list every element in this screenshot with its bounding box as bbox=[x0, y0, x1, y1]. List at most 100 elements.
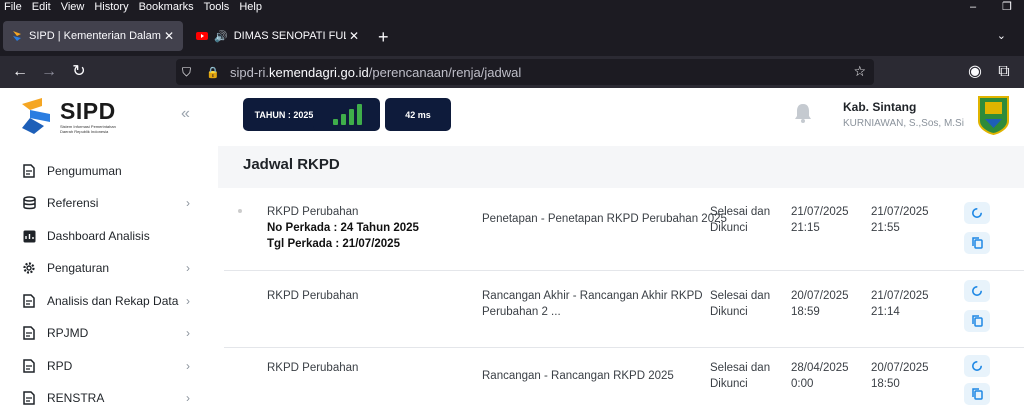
tahapan: Rancangan - Rancangan RKPD 2025 bbox=[482, 370, 674, 382]
page-title: Jadwal RKPD bbox=[243, 156, 340, 173]
refresh-button[interactable] bbox=[964, 202, 990, 224]
main-content: TAHUN : 2025 42 ms Kab. Sintang KURNIAWA… bbox=[218, 88, 1024, 410]
logo-subtitle: Sistem Informasi Pemerintahan Daerah Rep… bbox=[60, 124, 116, 134]
speaker-icon[interactable]: 🔊 bbox=[214, 30, 228, 43]
tahapan-line-2: Perubahan 2 ... bbox=[482, 306, 561, 318]
sidebar-item-label: Dashboard Analisis bbox=[47, 229, 150, 243]
menu-edit[interactable]: Edit bbox=[28, 1, 55, 13]
browser-menubar: File Edit View History Bookmarks Tools H… bbox=[0, 0, 1024, 14]
forward-icon[interactable]: → bbox=[40, 63, 58, 81]
copy-button[interactable] bbox=[964, 232, 990, 254]
url-bar[interactable]: ⛉ 🔒 sipd-ri.kemendagri.go.id/perencanaan… bbox=[176, 59, 874, 85]
document-icon bbox=[22, 391, 36, 405]
sidebar-item-dashboard-analisis[interactable]: Dashboard Analisis bbox=[0, 220, 218, 252]
copy-button[interactable] bbox=[964, 310, 990, 332]
menu-history[interactable]: History bbox=[90, 1, 132, 13]
restore-icon[interactable]: ❐ bbox=[990, 0, 1024, 14]
refresh-icon bbox=[972, 361, 982, 371]
page: SIPD Sistem Informasi Pemerintahan Daera… bbox=[0, 88, 1024, 410]
jadwal-type: RKPD Perubahan bbox=[267, 206, 359, 218]
tab-sipd[interactable]: SIPD | Kementerian Dalam Negeri ✕ bbox=[3, 21, 183, 51]
chevron-right-icon: › bbox=[186, 391, 190, 405]
sipd-logo[interactable]: SIPD Sistem Informasi Pemerintahan Daera… bbox=[20, 96, 160, 136]
menu-tools[interactable]: Tools bbox=[200, 1, 234, 13]
table-row: RKPD Perubahan No Perkada : 24 Tahun 202… bbox=[224, 194, 1024, 271]
lock-icon[interactable]: 🔒 bbox=[206, 66, 220, 79]
copy-icon bbox=[971, 237, 983, 249]
sidebar-item-referensi[interactable]: Referensi › bbox=[0, 187, 218, 219]
mulai-time: 18:59 bbox=[791, 306, 820, 318]
latency-badge: 42 ms bbox=[385, 98, 451, 131]
document-icon bbox=[22, 164, 36, 178]
tab-title: SIPD | Kementerian Dalam Negeri bbox=[29, 30, 161, 42]
status-line-2: Dikunci bbox=[710, 222, 748, 234]
dashboard-icon bbox=[22, 229, 36, 243]
selesai-date: 20/07/2025 bbox=[871, 362, 929, 374]
tahapan: Penetapan - Penetapan RKPD Perubahan 202… bbox=[482, 213, 727, 225]
browser-navbar: ← → ↻ ⛉ 🔒 sipd-ri.kemendagri.go.id/peren… bbox=[0, 56, 1024, 88]
user-region[interactable]: Kab. Sintang bbox=[843, 100, 916, 114]
document-icon bbox=[22, 294, 36, 308]
signal-bar bbox=[341, 114, 346, 125]
refresh-button[interactable] bbox=[964, 355, 990, 377]
signal-bar bbox=[333, 119, 338, 125]
menu-view[interactable]: View bbox=[57, 1, 89, 13]
refresh-icon bbox=[972, 286, 982, 296]
jadwal-table: RKPD Perubahan No Perkada : 24 Tahun 202… bbox=[224, 194, 1024, 410]
signal-bar bbox=[357, 104, 362, 125]
chevron-right-icon: › bbox=[186, 326, 190, 340]
table-row: RKPD Perubahan Rancangan Akhir - Rancang… bbox=[224, 271, 1024, 348]
selesai-time: 21:14 bbox=[871, 306, 900, 318]
document-icon bbox=[22, 359, 36, 373]
sidebar-item-label: Analisis dan Rekap Data bbox=[47, 294, 179, 308]
close-tab-icon[interactable]: ✕ bbox=[161, 29, 177, 43]
sidebar-item-label: Referensi bbox=[47, 196, 99, 210]
sidebar: SIPD Sistem Informasi Pemerintahan Daera… bbox=[0, 88, 218, 410]
tahapan-line-1: Rancangan Akhir - Rancangan Akhir RKPD bbox=[482, 290, 703, 302]
new-tab-icon[interactable]: + bbox=[378, 28, 389, 46]
collapse-sidebar-icon[interactable]: « bbox=[181, 105, 190, 123]
tab-list-chevron-icon[interactable]: ⌄ bbox=[997, 29, 1006, 42]
menu-bookmarks[interactable]: Bookmarks bbox=[135, 1, 198, 13]
sidebar-item-rpd[interactable]: RPD › bbox=[0, 350, 218, 382]
sidebar-item-label: Pengumuman bbox=[47, 164, 122, 178]
back-icon[interactable]: ← bbox=[11, 63, 29, 81]
tab-youtube[interactable]: 🔊 DIMAS SENOPATI FULL ALBUM ✕ bbox=[188, 21, 368, 51]
reload-icon[interactable]: ↻ bbox=[70, 63, 88, 81]
shield-icon[interactable]: ⛉ bbox=[182, 65, 198, 80]
minimize-icon[interactable]: – bbox=[956, 0, 990, 14]
menu-file[interactable]: File bbox=[0, 1, 26, 13]
sidebar-item-rpjmd[interactable]: RPJMD › bbox=[0, 317, 218, 349]
sipd-logo-icon bbox=[22, 98, 50, 134]
chevron-right-icon: › bbox=[186, 359, 190, 373]
sipd-favicon-icon bbox=[13, 31, 21, 41]
extensions-icon[interactable]: ⧉ bbox=[995, 63, 1013, 81]
sidebar-item-analisis-rekap[interactable]: Analisis dan Rekap Data › bbox=[0, 285, 218, 317]
sidebar-item-label: RPJMD bbox=[47, 326, 89, 340]
jadwal-type: RKPD Perubahan bbox=[267, 362, 359, 374]
menu-help[interactable]: Help bbox=[235, 1, 266, 13]
tgl-perkada: Tgl Perkada : 21/07/2025 bbox=[267, 238, 400, 250]
copy-button[interactable] bbox=[964, 383, 990, 405]
status-line-1: Selesai dan bbox=[710, 206, 771, 218]
selesai-date: 21/07/2025 bbox=[871, 290, 929, 302]
url-text: sipd-ri.kemendagri.go.id/perencanaan/ren… bbox=[230, 64, 522, 80]
sidebar-item-pengumuman[interactable]: Pengumuman bbox=[0, 155, 218, 187]
kabupaten-emblem-icon[interactable] bbox=[977, 95, 1010, 135]
refresh-button[interactable] bbox=[964, 280, 990, 302]
database-icon bbox=[22, 196, 36, 210]
sidebar-item-renstra[interactable]: RENSTRA › bbox=[0, 382, 218, 410]
close-tab-icon[interactable]: ✕ bbox=[346, 29, 362, 43]
bookmark-star-icon[interactable]: ☆ bbox=[853, 63, 866, 80]
copy-icon bbox=[971, 388, 983, 400]
chevron-right-icon: › bbox=[186, 294, 190, 308]
sidebar-item-label: RENSTRA bbox=[47, 391, 105, 405]
copy-icon bbox=[971, 315, 983, 327]
selesai-time: 18:50 bbox=[871, 378, 900, 390]
status-line-1: Selesai dan bbox=[710, 290, 771, 302]
sidebar-item-pengaturan[interactable]: Pengaturan › bbox=[0, 252, 218, 284]
gear-icon bbox=[22, 261, 36, 275]
account-icon[interactable]: ◉ bbox=[966, 63, 984, 81]
bell-icon[interactable] bbox=[792, 102, 814, 124]
mulai-time: 21:15 bbox=[791, 222, 820, 234]
